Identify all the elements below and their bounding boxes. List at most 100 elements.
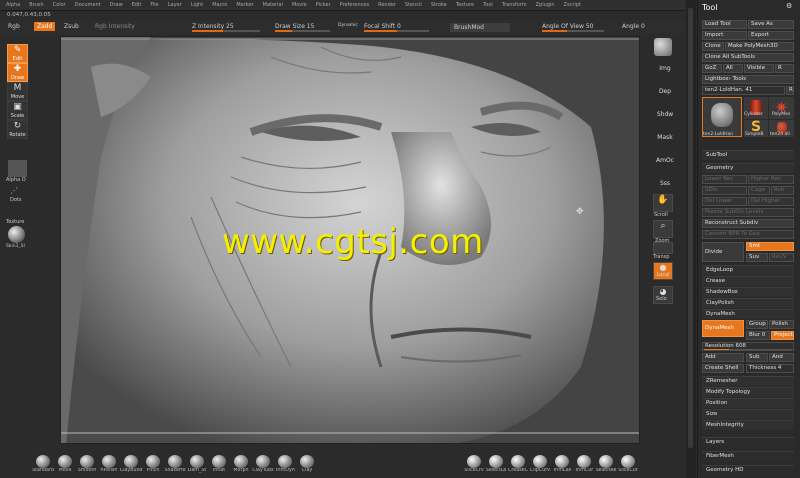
- brush-dam-st[interactable]: Dam_St: [187, 454, 207, 473]
- size-header[interactable]: Size: [702, 409, 794, 419]
- angle-of-view-track[interactable]: [542, 30, 604, 32]
- brush-smooth[interactable]: Smooth: [77, 454, 97, 473]
- reconstruct-subdiv-button[interactable]: Reconstruct Subdiv: [702, 219, 794, 228]
- sub-button[interactable]: Sub: [746, 353, 768, 362]
- freeze-subdiv-button[interactable]: Freeze SubDiv Levels: [702, 208, 794, 217]
- menu-item-stencil[interactable]: Stencil: [405, 2, 422, 8]
- goz-button[interactable]: GoZ: [702, 64, 722, 73]
- menu-item-stroke[interactable]: Stroke: [431, 2, 447, 8]
- rgb-toggle[interactable]: Rgb: [8, 23, 20, 30]
- brush-morph[interactable]: Morph: [231, 454, 251, 473]
- load-tool-button[interactable]: Load Tool: [702, 20, 747, 29]
- menu-item-light[interactable]: Light: [191, 2, 203, 8]
- brush-snakeho[interactable]: SnakeHo: [164, 454, 186, 473]
- menu-item-file[interactable]: File: [150, 2, 158, 8]
- menu-item-zplugin[interactable]: Zplugin: [536, 2, 555, 8]
- focal-shift-slider[interactable]: Focal Shift 0: [364, 23, 401, 30]
- clone-button[interactable]: Clone: [702, 42, 724, 51]
- higher-res-button[interactable]: Higher Res: [748, 175, 794, 184]
- geometry-header[interactable]: Geometry: [702, 163, 794, 173]
- project-toggle[interactable]: Project: [771, 331, 794, 340]
- menu-item-material[interactable]: Material: [263, 2, 283, 8]
- tool-brush-slicecur[interactable]: SliceCur: [618, 454, 638, 473]
- thickness-slider[interactable]: Thickness 4: [746, 364, 794, 373]
- angle-slider[interactable]: Angle 0: [622, 23, 645, 30]
- angle-of-view-slider[interactable]: Angle Of View 50: [542, 23, 594, 30]
- rgb-intensity-slider[interactable]: Rgb Intensity: [95, 23, 135, 30]
- brush-standard[interactable]: Standard: [32, 454, 54, 473]
- dots-stroke-icon[interactable]: ⋰: [10, 186, 22, 196]
- dynamesh-header[interactable]: DynaMesh: [702, 309, 794, 319]
- lower-res-button[interactable]: Lower Res: [702, 175, 747, 184]
- menu-item-marker[interactable]: Marker: [236, 2, 253, 8]
- menu-item-texture[interactable]: Texture: [456, 2, 474, 8]
- tool-thumb-head[interactable]: [702, 97, 742, 137]
- rotate-button[interactable]: ↻ Rotate: [7, 120, 28, 139]
- convert-bpr-button[interactable]: Convert BPR To Geo: [702, 230, 794, 239]
- material-sphere[interactable]: [8, 226, 25, 243]
- sdiv-slider[interactable]: SDiv: [702, 186, 747, 195]
- sss-button[interactable]: Sss: [649, 175, 681, 192]
- draw-size-slider[interactable]: Draw Size 15: [275, 23, 314, 30]
- brush-claybuild[interactable]: ClayBuild: [120, 454, 142, 473]
- menu-item-document[interactable]: Document: [75, 2, 101, 8]
- clone-all-subtools-button[interactable]: Clone All SubTools: [702, 53, 794, 62]
- draw-size-track[interactable]: [275, 30, 330, 32]
- menu-item-picker[interactable]: Picker: [316, 2, 331, 8]
- brush-inflat[interactable]: Inflat: [209, 454, 229, 473]
- brush-pinch[interactable]: Pinch: [143, 454, 163, 473]
- import-button[interactable]: Import: [702, 31, 747, 40]
- scale-button[interactable]: ▣ Scale: [7, 101, 28, 120]
- polish-toggle[interactable]: Polish: [769, 320, 794, 329]
- z-intensity-slider[interactable]: Z Intensity 25: [192, 23, 234, 30]
- meshintegrity-header[interactable]: MeshIntegrity: [702, 420, 794, 430]
- group-toggle[interactable]: Group: [746, 320, 768, 329]
- menu-item-alpha[interactable]: Alpha: [6, 2, 20, 8]
- dynamesh-button[interactable]: DynaMesh: [702, 320, 744, 337]
- menu-item-zscript[interactable]: Zscript: [564, 2, 581, 8]
- menu-item-movie[interactable]: Movie: [292, 2, 307, 8]
- del-lower-button[interactable]: Del Lower: [702, 197, 747, 206]
- brush-clay[interactable]: Clay: [297, 454, 317, 473]
- zremesher-header[interactable]: ZRemesher: [702, 376, 794, 386]
- menu-item-color[interactable]: Color: [53, 2, 66, 8]
- visible-button[interactable]: Visible: [744, 64, 774, 73]
- menu-item-tool[interactable]: Tool: [483, 2, 493, 8]
- edgeloop-header[interactable]: EdgeLoop: [702, 265, 794, 275]
- alpha-selector[interactable]: [8, 160, 27, 177]
- del-higher-button[interactable]: Del Higher: [748, 197, 794, 206]
- bpr-render-button[interactable]: [654, 38, 672, 56]
- export-button[interactable]: Export: [748, 31, 794, 40]
- r-button[interactable]: R: [775, 64, 794, 73]
- menu-item-brush[interactable]: Brush: [29, 2, 43, 8]
- menu-item-render[interactable]: Render: [378, 2, 396, 8]
- zsub-toggle[interactable]: Zsub: [64, 23, 79, 30]
- subtool-header[interactable]: SubTool: [702, 150, 794, 160]
- draw-button[interactable]: ✚ Draw: [7, 63, 28, 82]
- geometry-hd-header[interactable]: Geometry HD: [702, 465, 794, 475]
- modify-topology-header[interactable]: Modify Topology: [702, 387, 794, 397]
- brush-hpolish[interactable]: hPolish: [99, 454, 119, 473]
- layers-header[interactable]: Layers: [702, 437, 794, 447]
- dynamic-toggle[interactable]: Dynamic: [338, 23, 358, 28]
- current-tool-r-button[interactable]: R: [786, 86, 794, 95]
- fibermesh-header[interactable]: FiberMesh: [702, 451, 794, 461]
- all-button[interactable]: All: [723, 64, 743, 73]
- crease-header[interactable]: Crease: [702, 276, 794, 286]
- brush-claytubs[interactable]: ClayTubs: [252, 454, 274, 473]
- smt-toggle[interactable]: Smt: [746, 242, 794, 251]
- palette-scrollbar[interactable]: [686, 0, 696, 478]
- tool-brush-selectla[interactable]: SelectLa: [486, 454, 506, 473]
- tool-brush-slicecrv[interactable]: SliceCrv: [464, 454, 484, 473]
- menu-item-layer[interactable]: Layer: [168, 2, 182, 8]
- create-shell-button[interactable]: Create Shell: [702, 364, 744, 373]
- tool-brush-clipcurv[interactable]: ClipCurv: [530, 454, 550, 473]
- blur-slider[interactable]: Blur 0: [746, 331, 770, 340]
- menu-item-draw[interactable]: Draw: [110, 2, 123, 8]
- menu-item-edit[interactable]: Edit: [132, 2, 142, 8]
- rstr-button[interactable]: Rstr: [771, 186, 794, 195]
- img-button[interactable]: Img: [649, 60, 681, 77]
- transp-button[interactable]: [653, 242, 673, 254]
- shadowbox-header[interactable]: ShadowBox: [702, 287, 794, 297]
- menu-item-transform[interactable]: Transform: [502, 2, 527, 8]
